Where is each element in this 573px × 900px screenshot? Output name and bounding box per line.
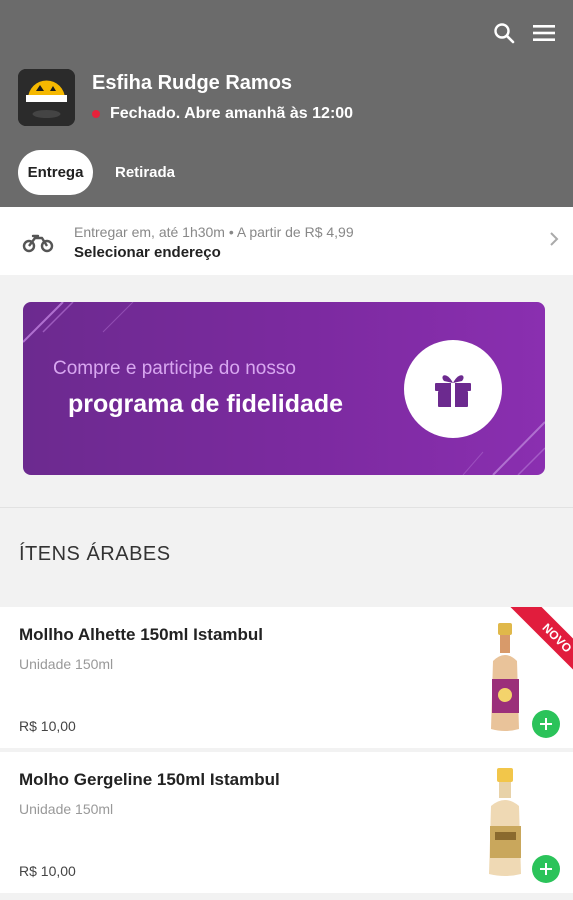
store-header: Esfiha Rudge Ramos Fechado. Abre amanhã … <box>0 0 573 207</box>
tab-retirada[interactable]: Retirada <box>99 150 189 195</box>
delivery-address-row[interactable] <box>0 207 573 275</box>
add-to-cart-button[interactable] <box>532 855 560 883</box>
product-card[interactable]: Mollho Alhette 150ml Istambul Unidade 15… <box>0 607 573 748</box>
plus-icon <box>540 718 552 730</box>
section-divider <box>0 507 573 508</box>
chevron-right-icon <box>550 232 559 246</box>
loyalty-program-banner[interactable]: Compre e participe do nosso programa de … <box>23 302 545 475</box>
gift-icon <box>435 375 471 407</box>
product-price: R$ 10,00 <box>19 863 76 879</box>
delivery-info: Entregar em, até 1h30m • A partir de R$ … <box>74 224 354 240</box>
search-button[interactable] <box>491 20 517 46</box>
product-unit: Unidade 150ml <box>19 656 114 672</box>
banner-subtitle: Compre e participe do nosso <box>53 358 296 379</box>
product-price: R$ 10,00 <box>19 718 76 734</box>
select-address-label: Selecionar endereço <box>74 244 221 261</box>
novo-ribbon: NOVO <box>503 607 573 677</box>
product-unit: Unidade 150ml <box>19 801 114 817</box>
status-dot <box>92 110 100 118</box>
product-image-gergeline <box>489 768 521 876</box>
store-name: Esfiha Rudge Ramos <box>92 72 293 94</box>
store-logo <box>18 69 75 126</box>
menu-icon <box>533 25 555 41</box>
header-actions <box>491 20 557 46</box>
store-status: Fechado. Abre amanhã às 12:00 <box>92 105 353 123</box>
plus-icon <box>540 863 552 875</box>
new-badge: NOVO <box>510 607 573 677</box>
add-to-cart-button[interactable] <box>532 710 560 738</box>
menu-button[interactable] <box>531 20 557 46</box>
product-name: Mollho Alhette 150ml Istambul <box>19 625 264 644</box>
order-mode-tabs: Entrega Retirada <box>18 150 189 195</box>
section-title: ÍTENS ÁRABES <box>19 543 171 565</box>
tab-entrega[interactable]: Entrega <box>18 150 93 195</box>
banner-title: programa de fidelidade <box>68 390 344 418</box>
motorcycle-icon <box>22 234 54 253</box>
gift-badge <box>404 340 502 438</box>
status-text: Fechado. Abre amanhã às 12:00 <box>110 105 354 122</box>
product-card[interactable]: Molho Gergeline 150ml Istambul Unidade 1… <box>0 752 573 893</box>
product-name: Molho Gergeline 150ml Istambul <box>19 770 280 789</box>
search-icon <box>494 23 515 44</box>
